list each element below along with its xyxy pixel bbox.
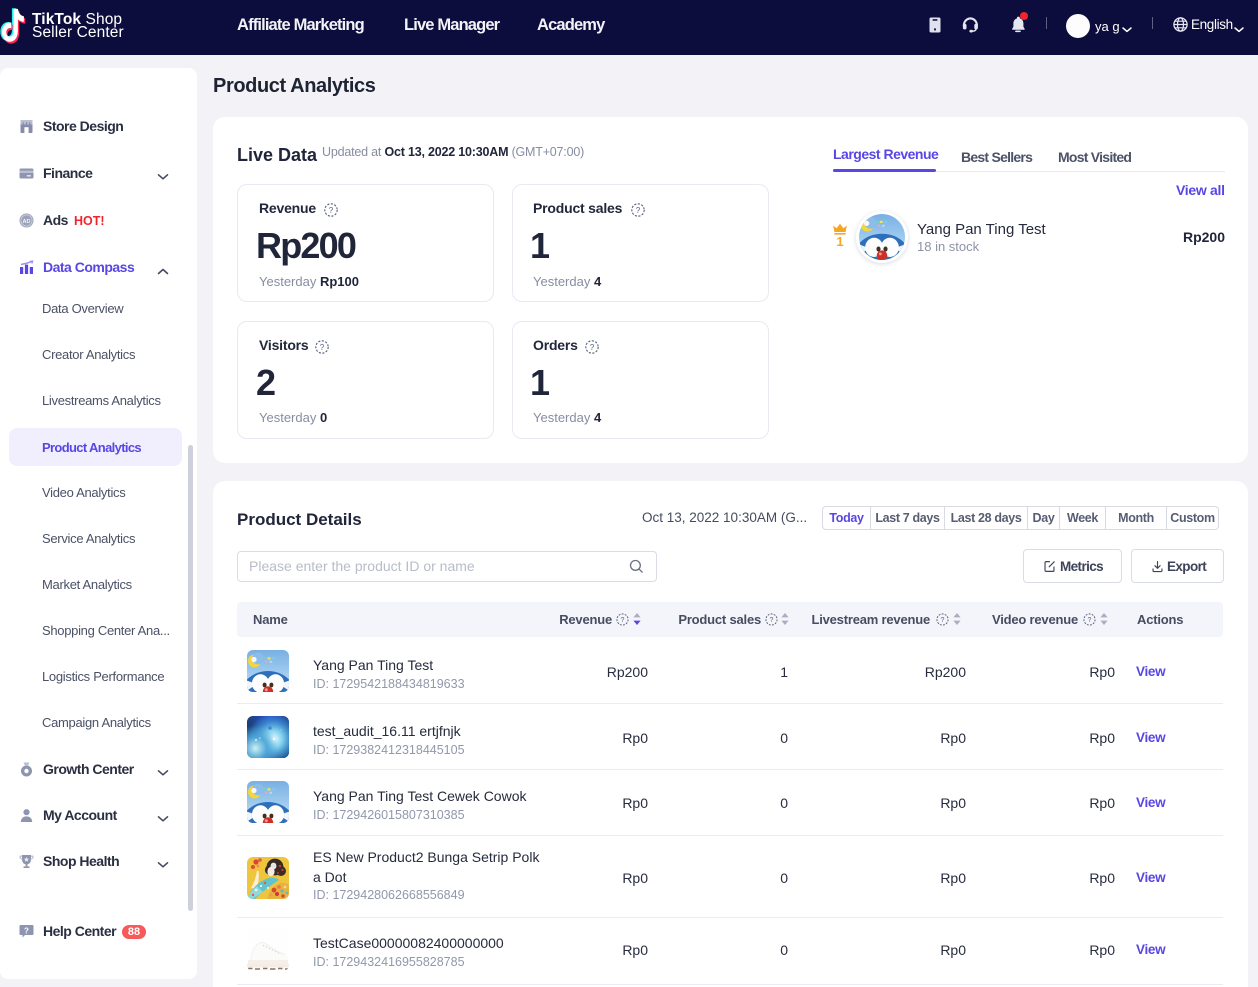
svg-text:?: ? <box>329 206 334 215</box>
svg-text:?: ? <box>1088 617 1092 624</box>
svg-text:?: ? <box>770 617 774 624</box>
svg-text:?: ? <box>941 617 945 624</box>
svg-text:?: ? <box>636 206 641 215</box>
svg-text:?: ? <box>590 343 595 352</box>
svg-text:AD: AD <box>22 219 30 225</box>
svg-text:?: ? <box>621 617 625 624</box>
svg-text:?: ? <box>24 926 29 935</box>
svg-text:?: ? <box>320 343 325 352</box>
